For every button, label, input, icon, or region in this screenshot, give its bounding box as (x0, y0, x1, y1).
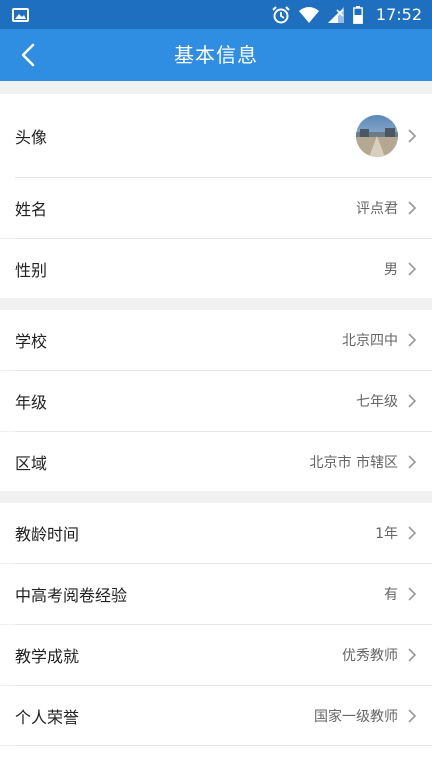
row-teaching-achievement[interactable]: 教学成就 优秀教师 (0, 625, 432, 685)
chevron-right-icon (408, 394, 417, 408)
chevron-right-icon (408, 648, 417, 662)
chevron-right-icon (408, 333, 417, 347)
row-name[interactable]: 姓名 评点君 (0, 178, 432, 238)
chevron-right-icon (408, 454, 417, 469)
page-title: 基本信息 (174, 43, 258, 67)
row-gender[interactable]: 性别 男 (0, 239, 432, 298)
row-value: 优秀教师 (342, 648, 398, 664)
chevron-right-icon (408, 526, 417, 540)
wifi-icon (298, 6, 319, 23)
row-value: 国家一级教师 (314, 708, 398, 725)
chevron-right-icon (408, 587, 417, 601)
chevron-right-icon (408, 261, 417, 276)
avatar (356, 115, 398, 157)
row-value: 评点君 (356, 201, 398, 217)
row-teaching-years[interactable]: 教龄时间 1年 (0, 503, 432, 563)
row-value: 1年 (375, 526, 398, 542)
row-value: 有 (384, 587, 398, 603)
battery-icon (352, 5, 363, 24)
row-region[interactable]: 区域 北京市 市辖区 (0, 432, 432, 491)
chevron-right-icon (408, 201, 417, 215)
row-avatar[interactable]: 头像 (0, 94, 432, 178)
row-label: 学校 (15, 332, 48, 351)
row-label: 个人荣誉 (15, 707, 80, 727)
signal-icon (327, 6, 344, 23)
alarm-icon (272, 5, 290, 23)
row-value: 男 (384, 261, 398, 278)
row-grade[interactable]: 年级 七年级 (0, 371, 432, 431)
row-label: 姓名 (15, 200, 48, 219)
row-label: 年级 (15, 393, 48, 412)
status-icons: 17:52 (272, 4, 422, 25)
row-partial[interactable] (0, 746, 432, 768)
row-label: 区域 (15, 453, 48, 473)
row-exam-marking[interactable]: 中高考阅卷经验 有 (0, 564, 432, 624)
image-icon (12, 8, 29, 22)
row-label: 中高考阅卷经验 (15, 586, 128, 605)
row-label: 教学成就 (15, 647, 80, 666)
row-label: 头像 (15, 128, 48, 147)
chevron-right-icon (408, 129, 417, 143)
row-personal-honor[interactable]: 个人荣誉 国家一级教师 (0, 686, 432, 745)
row-value: 北京市 市辖区 (309, 454, 398, 471)
status-bar: 17:52 (0, 0, 432, 29)
chevron-right-icon (408, 708, 417, 723)
row-label: 性别 (15, 260, 48, 280)
row-value: 七年级 (356, 394, 398, 410)
row-label: 教龄时间 (15, 525, 80, 544)
app-bar: 基本信息 (0, 29, 432, 81)
row-school[interactable]: 学校 北京四中 (0, 310, 432, 370)
status-time: 17:52 (375, 5, 422, 24)
row-value: 北京四中 (342, 333, 398, 349)
